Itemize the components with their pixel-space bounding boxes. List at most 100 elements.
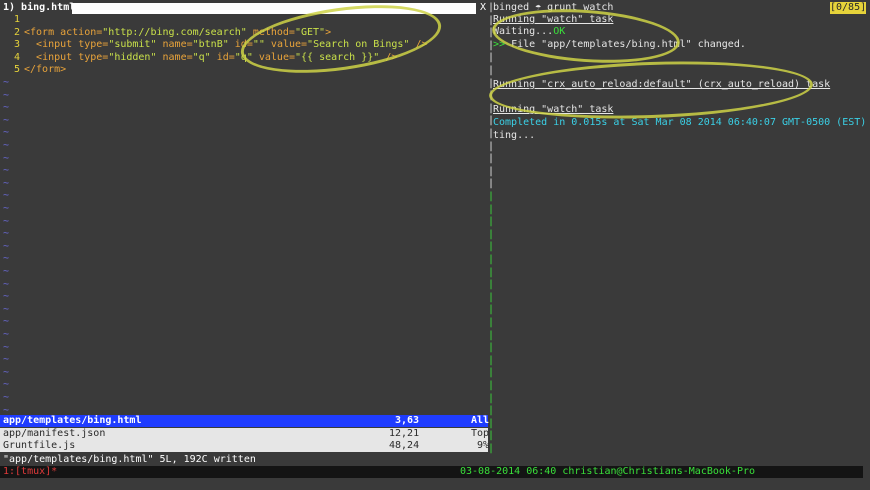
tab-bing-html[interactable]: 1) bing.html (3, 2, 75, 14)
pane-divider-segment: | (488, 153, 495, 165)
command-message: "app/templates/bing.html" 5L, 192C writt… (3, 454, 256, 465)
buffer-list-item[interactable]: app/manifest.json 12,21 Top (0, 428, 490, 440)
empty-line-marker: ~ (3, 379, 10, 391)
code-token: <input (36, 39, 79, 51)
pane-divider-segment: | (488, 329, 495, 341)
empty-line-marker: ~ (3, 102, 10, 114)
code-token: "q" (192, 51, 211, 63)
empty-line-marker: ~ (3, 266, 10, 277)
line-number: 5 (13, 64, 20, 76)
code-token: name= (162, 39, 193, 51)
empty-line-marker: ~ (3, 303, 10, 315)
code-token: "http://bing.com/search" (102, 26, 247, 38)
pane-divider-segment: | (488, 39, 495, 51)
annotation-circle (488, 56, 814, 124)
code-token: type= (78, 39, 109, 51)
code-token: "submit" (108, 39, 157, 51)
line-number: 3 (13, 39, 20, 51)
empty-line-marker: ~ (3, 77, 10, 88)
annotation-circle (490, 3, 682, 69)
pane-divider-segment: | (488, 102, 495, 114)
empty-line-marker: ~ (3, 291, 10, 303)
pane-divider-segment: | (488, 140, 495, 152)
pane-divider-segment: | (488, 392, 495, 404)
pane-divider-segment: | (488, 14, 495, 26)
tmux-window-tab[interactable]: 1:[tmux]* (3, 466, 57, 478)
pane-divider-segment: | (488, 304, 495, 316)
terminal-line: ting... (493, 130, 536, 141)
pane-divider-segment: | (488, 27, 495, 39)
code-token: id= (216, 51, 235, 63)
pane-divider-segment: | (488, 291, 495, 303)
empty-line-marker: ~ (3, 165, 10, 177)
line-number: 4 (13, 51, 20, 63)
empty-line-marker: ~ (3, 114, 10, 126)
tmux-status-right: 03-08-2014 06:40 christian@Christians-Ma… (460, 466, 756, 477)
code-token: type= (78, 51, 109, 63)
empty-line-marker: ~ (3, 341, 10, 353)
pane-divider-segment: | (488, 165, 495, 177)
pane-divider-segment: | (488, 317, 495, 328)
pane-divider-segment: | (488, 178, 495, 190)
code-token: "hidden" (108, 51, 157, 63)
code-token: "btnB" (192, 39, 229, 51)
buffer-name: Gruntfile.js (3, 440, 76, 451)
pane-divider-segment: | (488, 254, 495, 265)
pane-divider-segment: | (488, 65, 495, 76)
pane-divider-segment: | (488, 241, 495, 253)
code-line[interactable]: 1 (0, 14, 24, 26)
buffer-position: 3,63 (395, 415, 420, 426)
empty-line-marker: ~ (3, 203, 10, 214)
empty-line-marker: ~ (3, 278, 10, 290)
code-token: </form> (24, 64, 67, 76)
buffer-name: app/manifest.json (3, 428, 106, 439)
pane-divider-segment: | (488, 279, 495, 291)
pane-divider-segment: | (488, 354, 495, 366)
code-line[interactable]: 5 </form> (0, 64, 66, 76)
pane-divider-segment: | (488, 52, 495, 64)
tmux-status-bar: 1:[tmux]* 03-08-2014 06:40 christian@Chr… (0, 466, 863, 478)
pane-divider-segment: | (488, 266, 495, 278)
scroll-counter-badge: [0/85] (830, 2, 867, 14)
code-token: <form (24, 26, 61, 38)
line-number: 2 (13, 26, 20, 38)
pane-divider-segment: | (488, 380, 495, 391)
empty-line-marker: ~ (3, 253, 10, 265)
empty-line-marker: ~ (3, 152, 10, 164)
buffer-percent: All (471, 415, 490, 426)
pane-divider-segment: | (488, 191, 495, 202)
empty-line-marker: ~ (3, 316, 10, 328)
code-token: name= (162, 51, 193, 63)
empty-line-marker: ~ (3, 190, 10, 202)
empty-line-marker: ~ (3, 140, 10, 151)
empty-line-marker: ~ (3, 354, 10, 366)
buffer-percent: Top (471, 428, 490, 439)
empty-line-marker: ~ (3, 127, 10, 139)
empty-line-marker: ~ (3, 89, 10, 101)
pane-divider-segment: | (488, 77, 495, 89)
line-number: 1 (13, 14, 20, 25)
buffer-list-item[interactable]: Gruntfile.js 48,24 9% (0, 440, 490, 452)
pane-divider-segment: | (488, 216, 495, 228)
empty-line-marker: ~ (3, 228, 10, 240)
pane-divider-segment: | (488, 228, 495, 240)
empty-line-marker: ~ (3, 366, 10, 378)
pane-divider-segment: | (488, 2, 495, 13)
close-icon[interactable]: X (480, 2, 486, 14)
pane-divider-segment: | (488, 115, 495, 127)
empty-line-marker: ~ (3, 215, 10, 227)
empty-line-marker: ~ (3, 240, 10, 252)
buffer-percent: 9% (477, 440, 490, 451)
buffer-name: app/templates/bing.html (3, 415, 142, 426)
buffer-position: 48,24 (389, 440, 420, 451)
pane-divider-segment: | (488, 367, 495, 379)
empty-line-marker: ~ (3, 392, 10, 403)
buffer-list-item-active[interactable]: app/templates/bing.html 3,63 All (0, 415, 490, 427)
empty-line-marker: ~ (3, 177, 10, 189)
terminal-line: Completed in 0.015s at Sat Mar 08 2014 0… (493, 117, 870, 128)
buffer-position: 12,21 (389, 428, 420, 439)
pane-divider-segment: | (488, 342, 495, 354)
code-token: <input (36, 51, 79, 63)
